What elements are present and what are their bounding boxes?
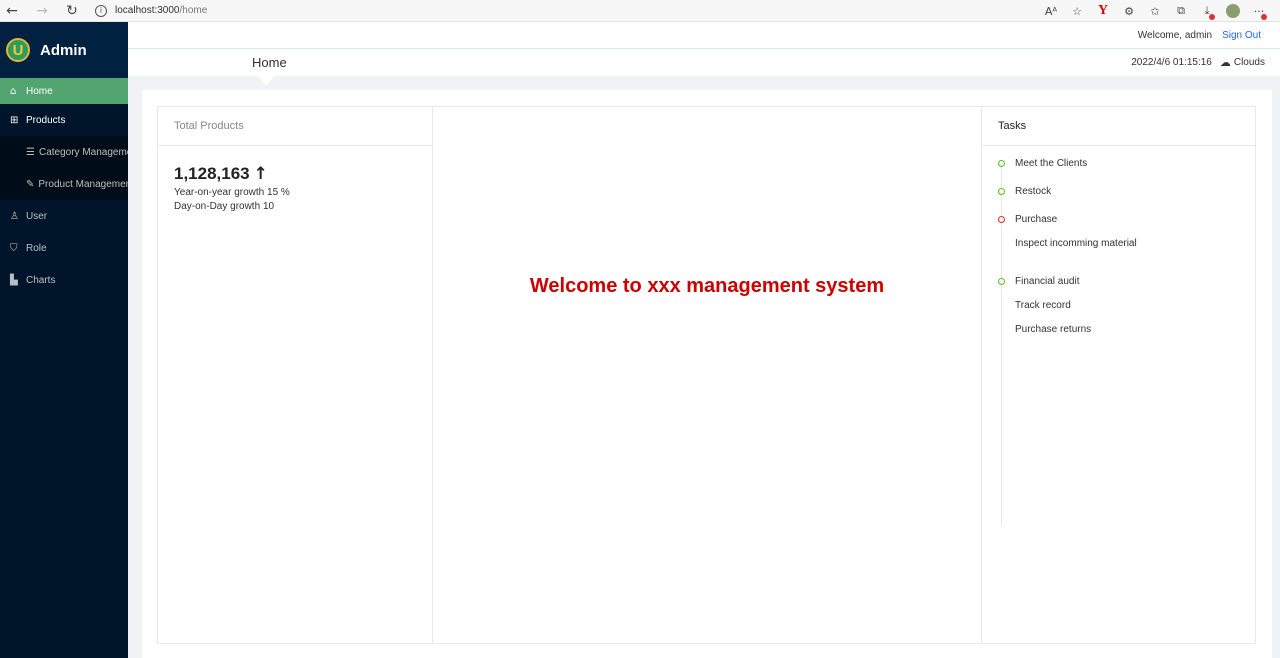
task-subitem: Purchase returns: [1015, 324, 1092, 335]
browser-actions: Aᴬ ☆ Y ⚙ ✩ ⧉ ⤓ ···: [1038, 0, 1272, 22]
arrow-up-icon: ↑: [253, 164, 268, 184]
sidebar-menu: ⌂ Home ⊞ Products ☰ Category Management …: [0, 78, 128, 296]
timeline-item: Restock: [998, 186, 1255, 214]
weather-text: Clouds: [1233, 57, 1265, 68]
sidebar-item-role[interactable]: ⛉ Role: [0, 232, 128, 264]
brand[interactable]: U Admin: [0, 22, 128, 78]
total-products-number: 1,128,163: [174, 164, 250, 183]
tool-icon: ✎: [26, 178, 35, 190]
card-title: Tasks: [982, 107, 1255, 146]
task-timeline: Meet the Clients Restock Purchase Inspec…: [982, 158, 1255, 526]
welcome-text: Welcome, admin: [1137, 29, 1213, 41]
back-icon[interactable]: ←: [1, 0, 23, 22]
bars-icon: ☰: [26, 146, 35, 158]
forward-icon[interactable]: →: [31, 0, 53, 22]
sidebar-item-label: User: [26, 210, 48, 222]
timeline-dot-green: [998, 278, 1005, 285]
header-user-bar: Welcome, admin Sign Out: [128, 22, 1280, 49]
yoy-growth: Year-on-year growth 15 %: [174, 187, 432, 198]
datetime: 2022/4/6 01:15:16: [1131, 57, 1212, 68]
url-path: /home: [179, 5, 208, 16]
timeline-item: Purchase Inspect incomming material: [998, 214, 1255, 276]
yoy-label: Year-on-year growth: [174, 187, 265, 198]
sidebar-item-label: Category Management: [38, 146, 128, 158]
welcome-message: Welcome to xxx management system: [529, 275, 885, 297]
sidebar-item-category-management[interactable]: ☰ Category Management: [0, 136, 128, 168]
timeline-item: Financial audit Track record Purchase re…: [998, 276, 1255, 348]
avatar: [1226, 4, 1240, 18]
address-bar[interactable]: localhost:3000/home: [115, 5, 207, 16]
cloud-icon: ☁: [1219, 56, 1231, 69]
task-title: Purchase: [1015, 214, 1058, 225]
sidebar-item-label: Products: [26, 114, 66, 126]
task-subitem: Inspect incomming material: [1015, 238, 1137, 249]
safety-icon: ⛉: [10, 242, 18, 254]
header-title-bar: Home 2022/4/6 01:15:16 ☁ Clouds: [128, 49, 1280, 86]
page-title: Home: [252, 55, 287, 70]
sidebar-item-label: Role: [26, 242, 47, 254]
sign-out-link[interactable]: Sign Out: [1222, 30, 1261, 41]
home-icon: ⌂: [10, 85, 17, 97]
browser-toolbar: ← → ↻ i localhost:3000/home Aᴬ ☆ Y ⚙ ✩ ⧉…: [0, 0, 1280, 22]
welcome-card: Welcome to xxx management system: [432, 106, 982, 644]
sidebar-item-user[interactable]: ♙ User: [0, 200, 128, 232]
page-title-pointer: [258, 76, 274, 86]
yandex-icon[interactable]: Y: [1090, 3, 1116, 19]
sidebar-item-label: Home: [26, 85, 53, 97]
sidebar-item-home[interactable]: ⌂ Home: [0, 78, 128, 104]
task-title: Financial audit: [1015, 276, 1080, 287]
sidebar-item-charts[interactable]: ▙ Charts: [0, 264, 128, 296]
total-products-value: 1,128,163 ↑: [174, 164, 432, 184]
brand-title: Admin: [40, 41, 87, 59]
favorites-icon[interactable]: ✩: [1142, 5, 1168, 18]
sidebar-item-label: Product Management: [38, 178, 128, 190]
timeline-dot-red: [998, 216, 1005, 223]
read-aloud-icon[interactable]: Aᴬ: [1038, 5, 1064, 18]
profile-icon[interactable]: [1220, 4, 1246, 18]
collections-icon[interactable]: ⧉: [1168, 4, 1194, 18]
task-subitem: Track record: [1015, 300, 1071, 311]
url-host: localhost:3000: [115, 5, 180, 16]
timeline-dot-green: [998, 160, 1005, 167]
notification-dot: [1261, 13, 1267, 20]
user-icon: ♙: [10, 210, 19, 222]
sidebar-item-product-management[interactable]: ✎ Product Management: [0, 168, 128, 200]
reload-icon[interactable]: ↻: [61, 0, 83, 22]
extensions-icon[interactable]: ⚙: [1116, 5, 1142, 18]
more-icon[interactable]: ···: [1246, 5, 1272, 20]
favorite-add-icon[interactable]: ☆: [1064, 5, 1090, 18]
header: Welcome, admin Sign Out Home 2022/4/6 01…: [128, 22, 1280, 86]
info-icon[interactable]: i: [95, 4, 107, 17]
tasks-card: Tasks Meet the Clients Restock Purchase …: [981, 106, 1256, 644]
sidebar-item-products[interactable]: ⊞ Products: [0, 104, 128, 136]
notification-dot: [1209, 14, 1215, 20]
task-title: Meet the Clients: [1015, 158, 1088, 169]
header-info: 2022/4/6 01:15:16 ☁ Clouds: [1131, 56, 1265, 69]
logo-icon: U: [6, 38, 30, 62]
task-title: Restock: [1015, 186, 1052, 197]
sidebar-item-label: Charts: [26, 274, 56, 286]
products-submenu: ☰ Category Management ✎ Product Manageme…: [0, 136, 128, 200]
appstore-icon: ⊞: [10, 114, 19, 126]
main-content: Total Products 1,128,163 ↑ Year-on-year …: [142, 90, 1272, 658]
area-chart-icon: ▙: [10, 274, 18, 286]
downloads-icon[interactable]: ⤓: [1194, 4, 1220, 20]
dod-value: 10: [262, 201, 275, 212]
yoy-value: 15 %: [267, 187, 290, 198]
timeline-dot-green: [998, 188, 1005, 195]
card-title: Total Products: [158, 107, 432, 146]
dod-growth: Day-on-Day growth 10: [174, 201, 432, 212]
sidebar: U Admin ⌂ Home ⊞ Products ☰ Category Man…: [0, 22, 128, 658]
timeline-item: Meet the Clients: [998, 158, 1255, 186]
total-products-card: Total Products 1,128,163 ↑ Year-on-year …: [157, 106, 433, 644]
dod-label: Day-on-Day growth: [174, 201, 261, 212]
